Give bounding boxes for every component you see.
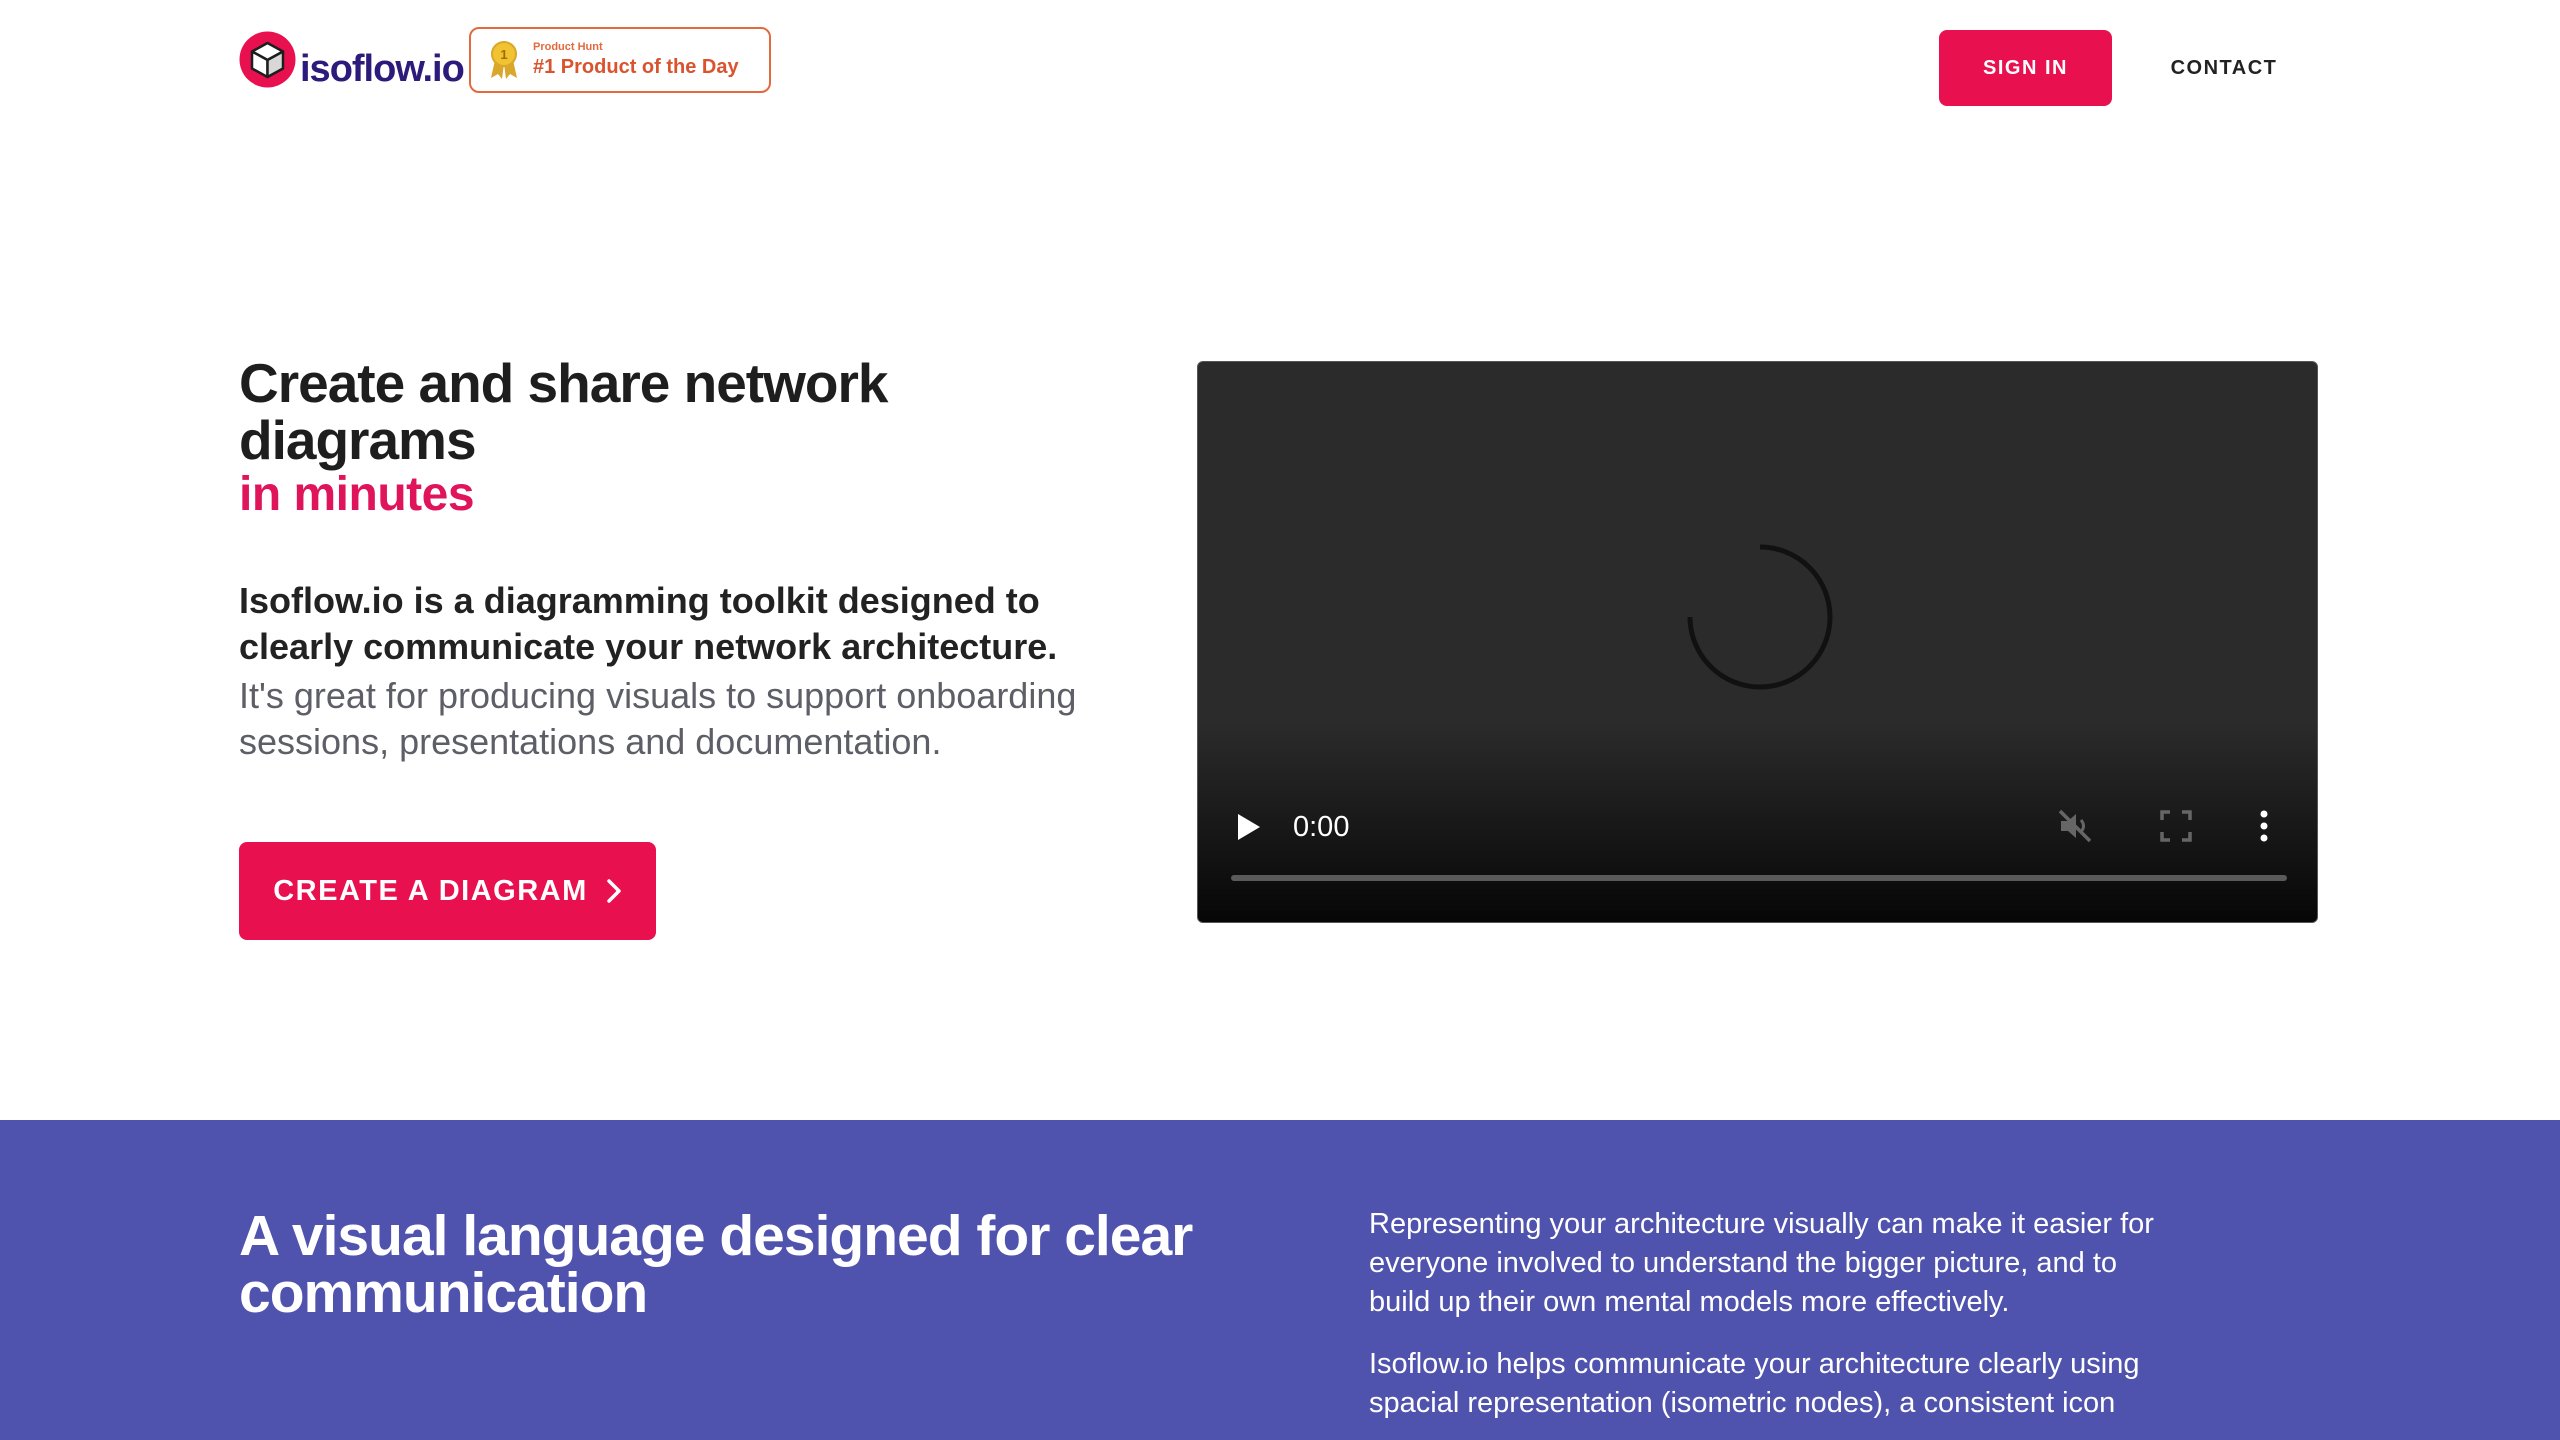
product-hunt-badge[interactable]: 1 Product Hunt #1 Product of the Day (469, 27, 771, 93)
hero-accent: in minutes (239, 468, 475, 521)
chevron-right-icon (607, 879, 621, 903)
more-vertical-icon[interactable] (2254, 806, 2274, 846)
hero-description: It's great for producing visuals to supp… (239, 675, 1077, 762)
medal-icon: 1 (491, 41, 517, 79)
isometric-cube-icon (239, 31, 296, 88)
badge-text: Product Hunt #1 Product of the Day (533, 40, 739, 80)
video-time: 0:00 (1293, 811, 1350, 843)
site-header: isoflow.io 1 Product Hunt #1 Product of … (0, 0, 2560, 130)
visual-language-section: A visual language designed for clear com… (0, 1120, 2560, 1440)
hero-title: Create and share network diagrams (239, 352, 888, 471)
badge-small-text: Product Hunt (533, 41, 603, 53)
logo[interactable]: isoflow.io (239, 31, 465, 90)
logo-text: isoflow.io (300, 48, 465, 90)
badge-main-text: #1 Product of the Day (533, 56, 739, 78)
section-paragraph-2: Isoflow.io helps communicate your archit… (1369, 1348, 2140, 1419)
section-title: A visual language designed for clear com… (239, 1204, 1193, 1325)
play-icon[interactable] (1234, 812, 1262, 842)
contact-button[interactable]: CONTACT (2145, 30, 2303, 106)
video-progress-track[interactable] (1231, 875, 2287, 881)
muted-volume-icon[interactable] (2055, 806, 2095, 846)
section-paragraph-1: Representing your architecture visually … (1369, 1208, 2154, 1318)
video-player[interactable]: 0:00 (1197, 361, 2318, 923)
create-diagram-button[interactable]: CREATE A DIAGRAM (239, 842, 656, 940)
fullscreen-icon[interactable] (2158, 808, 2194, 844)
sign-in-button[interactable]: SIGN IN (1939, 30, 2112, 106)
video-controls-overlay (1198, 722, 2317, 922)
svg-text:1: 1 (500, 47, 507, 62)
hero-description-strong: Isoflow.io is a diagramming toolkit desi… (239, 580, 1058, 667)
loading-spinner-icon (1687, 544, 1833, 690)
create-diagram-label: CREATE A DIAGRAM (273, 874, 588, 907)
